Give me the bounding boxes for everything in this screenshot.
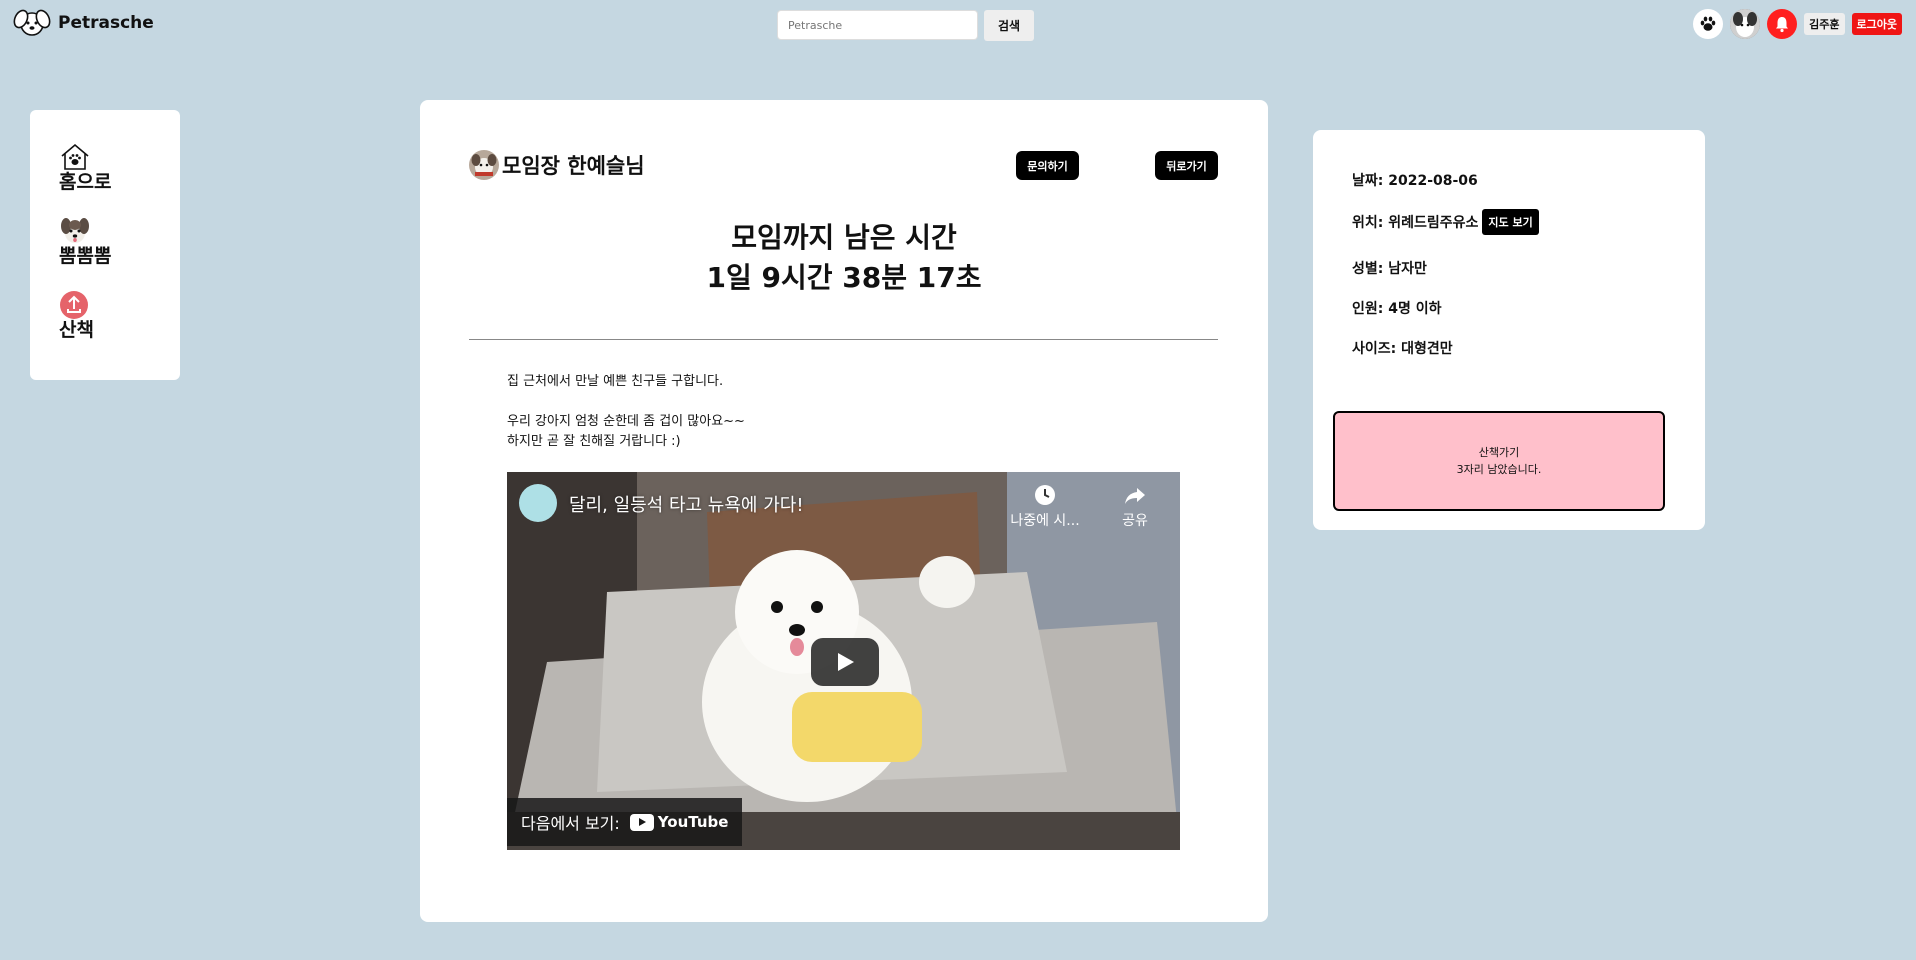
play-icon (838, 653, 854, 671)
walk-remaining: 3자리 남았습니다. (1456, 463, 1542, 476)
size-text: 사이즈: 대형견만 (1352, 341, 1453, 357)
meetup-info-card: 날짜: 2022-08-06 위치: 위례드림주유소 지도 보기 성별: 남자만… (1313, 130, 1705, 530)
back-button[interactable]: 뒤로가기 (1155, 151, 1218, 180)
join-walk-button[interactable]: 산책가기 3자리 남았습니다. (1333, 411, 1665, 511)
clock-icon (1035, 485, 1055, 505)
upload-icon (60, 291, 88, 319)
countdown-title: 모임까지 남은 시간 (731, 221, 957, 254)
gender-text: 성별: 남자만 (1352, 261, 1427, 277)
youtube-play-icon (629, 813, 654, 831)
location-text: 위치: 위례드림주유소 (1352, 215, 1479, 231)
host-name: 모임장 한예슬님 (502, 154, 645, 178)
search-input[interactable] (777, 10, 978, 40)
countdown-time: 1일 9시간 38분 17초 (706, 261, 982, 294)
user-name[interactable]: 김주훈 (1804, 13, 1845, 35)
share-button[interactable]: 공유 (1110, 484, 1160, 530)
logout-button[interactable]: 로그아웃 (1851, 13, 1902, 35)
sidebar-item-label: 산책 (59, 319, 94, 341)
info-gender: 성별: 남자만 (1352, 258, 1427, 278)
dog-logo-icon (13, 9, 51, 36)
sidebar-item-showoff[interactable]: 뽐뽐뽐 (59, 216, 180, 268)
meetup-description: 집 근처에서 만날 예쁜 친구들 구합니다. 우리 강아지 엄청 순한데 좀 겁… (507, 372, 745, 452)
youtube-wordmark: YouTube (657, 813, 729, 831)
header-actions: 김주훈 로그아웃 (1693, 9, 1902, 39)
info-date: 날짜: 2022-08-06 (1352, 170, 1478, 190)
share-icon (1125, 488, 1145, 504)
search-button[interactable]: 검색 (984, 10, 1034, 41)
sidebar-item-walk[interactable]: 산책 (59, 290, 180, 342)
dog-face-icon (61, 218, 89, 243)
watch-on-youtube-button[interactable]: 다음에서 보기: YouTube (507, 798, 743, 846)
watch-later-button[interactable]: 나중에 시... (1010, 484, 1080, 530)
channel-avatar[interactable] (519, 484, 557, 522)
watch-later-label: 나중에 시... (1010, 513, 1080, 529)
sidebar-item-home[interactable]: 홈으로 (59, 142, 180, 194)
description-line: 집 근처에서 만날 예쁜 친구들 구합니다. (507, 374, 724, 389)
capacity-text: 인원: 4명 이하 (1352, 301, 1442, 317)
view-map-button[interactable]: 지도 보기 (1482, 209, 1539, 235)
play-button[interactable] (811, 638, 879, 686)
watch-on-label: 다음에서 보기: (521, 814, 620, 833)
info-capacity: 인원: 4명 이하 (1352, 298, 1442, 318)
meetup-detail-card: 모임장 한예슬님 문의하기 뒤로가기 모임까지 남은 시간 1일 9시간 38분… (420, 100, 1268, 922)
paw-icon[interactable] (1693, 9, 1724, 39)
search-bar: 검색 (777, 10, 1034, 41)
youtube-video-embed[interactable]: 달리, 일등석 타고 뉴욕에 가다! 나중에 시... 공유 다음에서 보기: (507, 472, 1180, 850)
description-line: 우리 강아지 엄청 순한데 좀 겁이 많아요~~ (507, 414, 745, 429)
notification-bell-icon[interactable] (1767, 9, 1798, 39)
date-text: 날짜: 2022-08-06 (1352, 173, 1478, 189)
video-title[interactable]: 달리, 일등석 타고 뉴욕에 가다! (569, 491, 804, 517)
home-paw-icon (61, 143, 89, 170)
description-line: 하지만 곧 잘 친해질 거랍니다 :) (507, 434, 681, 449)
sidebar-item-label: 뽐뽐뽐 (59, 245, 112, 267)
host-avatar[interactable] (469, 150, 499, 180)
inquire-button[interactable]: 문의하기 (1016, 151, 1079, 180)
countdown: 모임까지 남은 시간 1일 9시간 38분 17초 (420, 218, 1268, 298)
walk-title: 산책가기 (1478, 446, 1520, 459)
sidebar: 홈으로 뽐뽐뽐 산책 (30, 110, 180, 380)
info-size: 사이즈: 대형견만 (1352, 338, 1453, 358)
app-logo[interactable]: Petrasche (12, 8, 154, 38)
divider (469, 339, 1218, 340)
sidebar-item-label: 홈으로 (59, 171, 112, 193)
logo-text: Petrasche (58, 13, 154, 33)
share-label: 공유 (1122, 513, 1148, 529)
description-line (507, 392, 745, 412)
youtube-logo: YouTube (629, 813, 729, 831)
host-info: 모임장 한예슬님 (469, 150, 645, 180)
user-avatar-icon[interactable] (1730, 9, 1761, 39)
info-location: 위치: 위례드림주유소 지도 보기 (1352, 209, 1539, 235)
